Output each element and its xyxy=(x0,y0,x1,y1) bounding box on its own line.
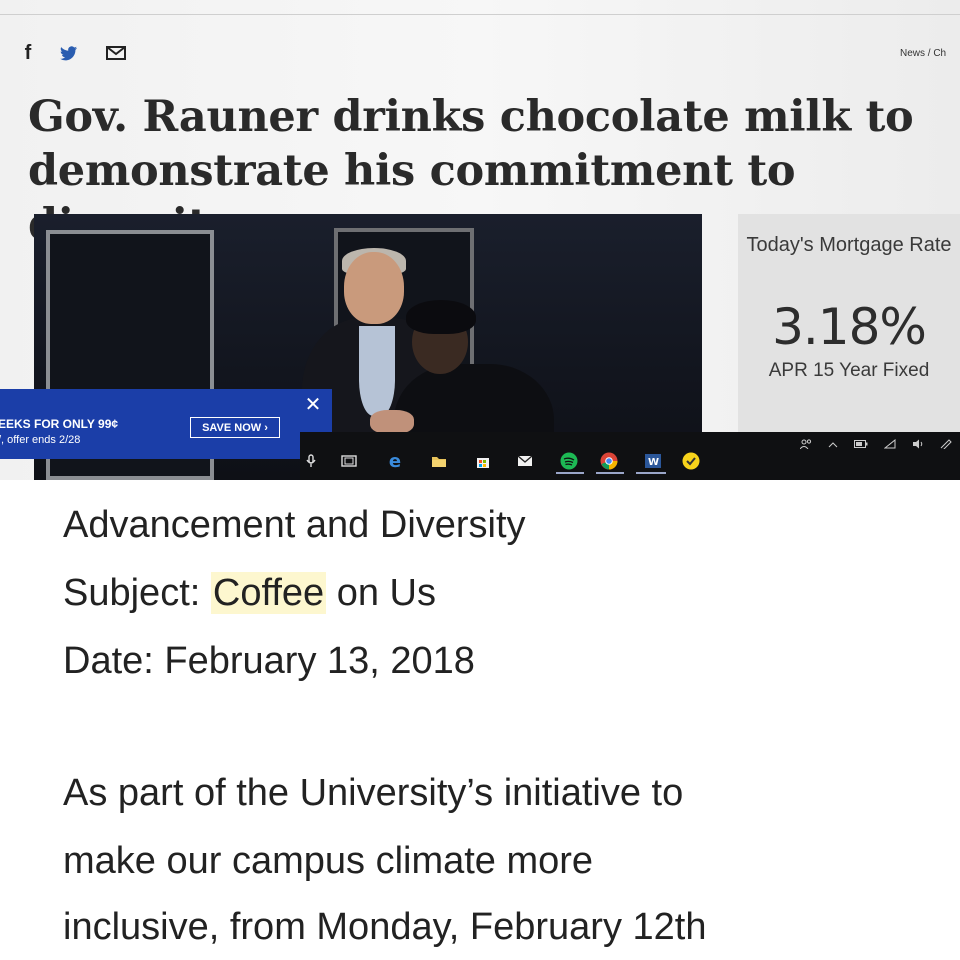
system-tray xyxy=(799,436,960,454)
microphone-icon[interactable] xyxy=(302,452,320,470)
email-department: Advancement and Diversity xyxy=(63,504,526,546)
email-body-line: inclusive, from Monday, February 12th xyxy=(63,906,707,948)
close-icon[interactable]: ✕ xyxy=(304,394,322,414)
banner-offer-text: EEKS FOR ONLY 99¢ xyxy=(0,417,119,431)
battery-icon[interactable] xyxy=(854,439,868,451)
store-icon[interactable] xyxy=(474,452,492,470)
save-now-button[interactable]: SAVE NOW › xyxy=(190,417,280,438)
taskbar-active-indicator xyxy=(636,472,666,474)
taskbar-active-indicator xyxy=(596,472,624,474)
mortgage-rate-ad[interactable]: Today's Mortgage Rate 3.18% APR 15 Year … xyxy=(738,214,960,434)
file-explorer-icon[interactable] xyxy=(430,452,448,470)
photo-person-head xyxy=(344,252,404,324)
mail-icon[interactable] xyxy=(516,452,534,470)
mortgage-ad-title: Today's Mortgage Rate xyxy=(746,234,952,256)
twitter-icon[interactable] xyxy=(58,42,80,64)
wifi-icon[interactable] xyxy=(883,438,896,452)
spotify-icon[interactable] xyxy=(560,452,578,470)
news-article-screen: f News / Ch Gov. Rauner drinks chocolate… xyxy=(0,0,960,480)
email-body-line: As part of the University’s initiative t… xyxy=(63,772,684,814)
pen-icon[interactable] xyxy=(940,438,952,452)
header-divider xyxy=(0,14,960,15)
svg-text:W: W xyxy=(648,457,659,468)
photo-person-shirt xyxy=(359,326,395,416)
photo-hands xyxy=(370,410,414,434)
subject-label: Subject: xyxy=(63,572,201,614)
date-value: February 13, 2018 xyxy=(164,640,475,682)
subject-rest: on Us xyxy=(336,572,436,614)
email-message: Advancement and Diversity Subject: Coffe… xyxy=(0,480,960,960)
email-subject: Subject: Coffee on Us xyxy=(63,572,436,615)
mortgage-ad-rate: 3.18% xyxy=(772,298,927,356)
date-label: Date: xyxy=(63,640,154,682)
chevron-up-icon[interactable] xyxy=(828,440,838,451)
mortgage-ad-term: APR 15 Year Fixed xyxy=(768,360,930,381)
people-icon[interactable] xyxy=(799,438,812,452)
email-body-line: make our campus climate more xyxy=(63,840,594,882)
windows-taskbar: e W xyxy=(300,432,960,480)
taskbar-active-indicator xyxy=(556,472,584,474)
breadcrumb[interactable]: News / Ch xyxy=(900,48,960,59)
edge-icon[interactable]: e xyxy=(386,451,404,472)
chrome-icon[interactable] xyxy=(600,452,618,470)
task-view-icon[interactable] xyxy=(340,452,358,470)
banner-offer-expiry: /, offer ends 2/28 xyxy=(0,434,81,446)
subscribe-banner[interactable]: EEKS FOR ONLY 99¢ /, offer ends 2/28 SAV… xyxy=(0,389,332,459)
facebook-icon[interactable]: f xyxy=(18,42,38,64)
mail-icon[interactable] xyxy=(104,42,128,64)
photo-person-hat xyxy=(406,300,476,334)
subject-highlighted-word: Coffee xyxy=(210,572,327,614)
norton-icon[interactable] xyxy=(682,452,700,470)
email-date: Date: February 13, 2018 xyxy=(63,640,475,683)
word-icon[interactable]: W xyxy=(644,452,662,470)
volume-icon[interactable] xyxy=(912,439,924,452)
